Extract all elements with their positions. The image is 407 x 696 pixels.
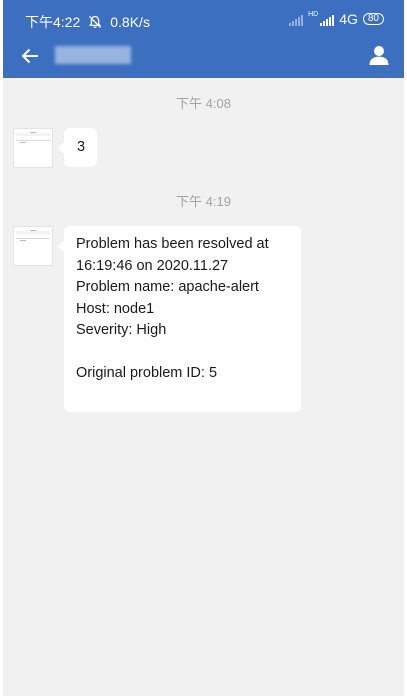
conversation-title: 群聊: [55, 46, 131, 64]
message-line: [76, 342, 269, 364]
status-time: 下午4:22: [25, 14, 81, 30]
back-arrow-icon: [21, 48, 38, 64]
toolbar: 群聊: [3, 38, 404, 78]
message-line: Host: node1: [76, 300, 155, 317]
network-speed: 0.8K/s: [110, 14, 150, 30]
battery-icon: 80: [362, 13, 384, 25]
user-profile-icon: [369, 46, 389, 65]
signal-icon: [320, 13, 335, 26]
chat-screen: 下午4:22 0.8K/s HD 4G 80 下午 4:08 3 下午 4:19…: [3, 0, 404, 696]
message-line: Original problem ID: 5: [76, 365, 218, 381]
message-timestamp: 下午 4:19: [176, 194, 231, 209]
hd-label: HD: [308, 11, 319, 18]
chat-info-button[interactable]: [364, 40, 394, 70]
status-bar: 下午4:22 0.8K/s HD 4G 80: [3, 0, 404, 38]
message-timestamp: 下午 4:08: [176, 96, 231, 111]
message-line: Problem name: apache-alert: [76, 279, 259, 295]
network-type: 4G: [339, 11, 358, 27]
app-bar: 下午4:22 0.8K/s HD 4G 80: [3, 0, 404, 78]
message-line: Problem has been resolved at: [76, 236, 269, 252]
message-body: Problem has been resolved at 16:19:46 on…: [76, 234, 269, 385]
message-line: Severity: High: [76, 322, 167, 338]
message-bubble[interactable]: 3: [58, 128, 97, 167]
conversation-title-text: 群聊: [55, 59, 57, 60]
message-bubble[interactable]: Problem has been resolved at 16:19:46 on…: [58, 226, 301, 412]
signal-icon: [289, 13, 304, 26]
back-button[interactable]: [16, 42, 44, 70]
avatar[interactable]: [13, 128, 53, 168]
message-line: 16:19:46 on 2020.11.27: [76, 257, 229, 274]
bell-muted-icon: [88, 15, 102, 29]
message-text: 3: [77, 139, 86, 155]
avatar[interactable]: [13, 226, 53, 266]
battery-level: 80: [367, 13, 379, 24]
